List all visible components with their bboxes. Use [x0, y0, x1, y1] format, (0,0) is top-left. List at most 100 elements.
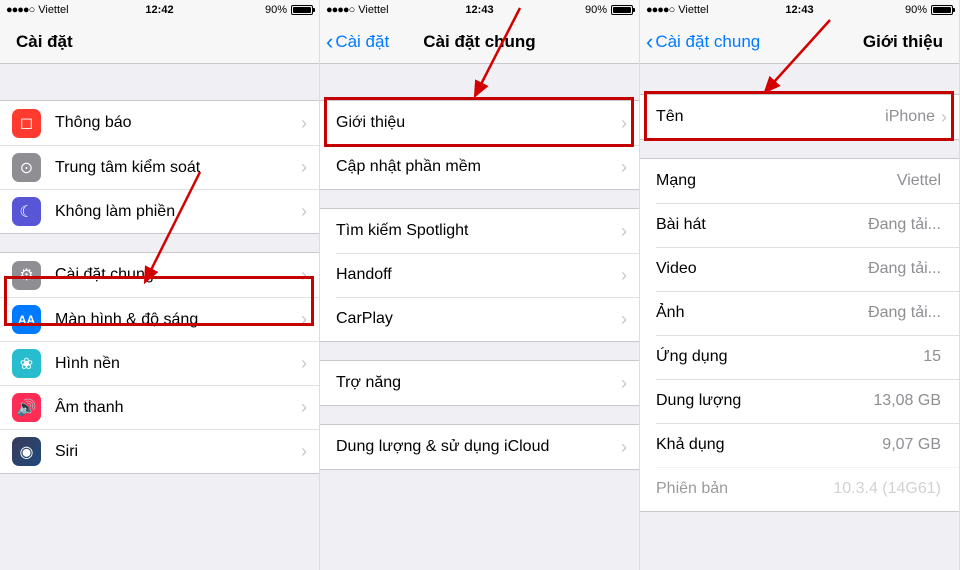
row-display[interactable]: AA Màn hình & độ sáng › — [0, 297, 319, 341]
battery-pct: 90% — [585, 4, 607, 16]
row-label: Trung tâm kiểm soát — [55, 159, 301, 177]
row-accessibility[interactable]: Trợ năng › — [320, 361, 639, 405]
chevron-right-icon: › — [301, 309, 307, 330]
nav-bar: ‹Cài đặt Cài đặt chung — [320, 20, 639, 64]
row-storage-icloud[interactable]: Dung lượng & sử dụng iCloud › — [320, 425, 639, 469]
general-group-3: Trợ năng › — [320, 360, 639, 406]
signal-icon: ●●●●○ — [646, 4, 674, 16]
row-value: 10.3.4 (14G61) — [833, 480, 941, 498]
back-label: Cài đặt — [335, 32, 389, 52]
chevron-left-icon: ‹ — [326, 31, 333, 53]
battery-icon — [291, 5, 313, 15]
chevron-right-icon: › — [301, 397, 307, 418]
row-label: Ứng dụng — [656, 348, 923, 366]
general-group-1: Giới thiệu › Cập nhật phần mềm › — [320, 100, 639, 190]
settings-group-2: ⚙ Cài đặt chung › AA Màn hình & độ sáng … — [0, 252, 319, 474]
row-label: Màn hình & độ sáng — [55, 311, 301, 329]
row-value: Viettel — [897, 172, 941, 190]
chevron-right-icon: › — [621, 221, 627, 242]
row-label: Phiên bản — [656, 480, 833, 498]
chevron-right-icon: › — [301, 157, 307, 178]
row-dnd[interactable]: ☾ Không làm phiền › — [0, 189, 319, 233]
row-value: 13,08 GB — [873, 392, 941, 410]
row-applications: Ứng dụng 15 — [640, 335, 959, 379]
clock: 12:43 — [465, 4, 493, 16]
row-name[interactable]: Tên iPhone › — [640, 95, 959, 139]
battery-icon — [611, 5, 633, 15]
row-value: Đang tải... — [868, 304, 941, 322]
clock: 12:43 — [785, 4, 813, 16]
sounds-icon: 🔊 — [12, 393, 41, 422]
row-label: Siri — [55, 443, 301, 461]
row-photos: Ảnh Đang tải... — [640, 291, 959, 335]
chevron-right-icon: › — [621, 373, 627, 394]
row-carplay[interactable]: CarPlay › — [320, 297, 639, 341]
chevron-right-icon: › — [301, 201, 307, 222]
row-notifications[interactable]: ◻ Thông báo › — [0, 101, 319, 145]
row-value: Đang tải... — [868, 260, 941, 278]
row-capacity: Dung lượng 13,08 GB — [640, 379, 959, 423]
row-handoff[interactable]: Handoff › — [320, 253, 639, 297]
battery-pct: 90% — [905, 4, 927, 16]
signal-icon: ●●●●○ — [6, 4, 34, 16]
row-value: Đang tải... — [868, 216, 941, 234]
page-title: Cài đặt chung — [423, 32, 535, 52]
row-label: Tìm kiếm Spotlight — [336, 222, 621, 240]
row-version: Phiên bản 10.3.4 (14G61) — [640, 467, 959, 511]
chevron-right-icon: › — [301, 113, 307, 134]
chevron-right-icon: › — [621, 265, 627, 286]
row-wallpaper[interactable]: ❀ Hình nền › — [0, 341, 319, 385]
chevron-left-icon: ‹ — [646, 31, 653, 53]
page-title: Giới thiệu — [863, 32, 943, 52]
row-software-update[interactable]: Cập nhật phần mềm › — [320, 145, 639, 189]
chevron-right-icon: › — [941, 107, 947, 128]
row-control-center[interactable]: ⊙ Trung tâm kiểm soát › — [0, 145, 319, 189]
battery-icon — [931, 5, 953, 15]
row-general[interactable]: ⚙ Cài đặt chung › — [0, 253, 319, 297]
carrier-label: Viettel — [358, 4, 388, 16]
row-sounds[interactable]: 🔊 Âm thanh › — [0, 385, 319, 429]
display-icon: AA — [12, 305, 41, 334]
row-label: Dung lượng — [656, 392, 873, 410]
row-label: Dung lượng & sử dụng iCloud — [336, 438, 621, 456]
row-label: Trợ năng — [336, 374, 621, 392]
row-network: Mạng Viettel — [640, 159, 959, 203]
row-about[interactable]: Giới thiệu › — [320, 101, 639, 145]
row-songs: Bài hát Đang tải... — [640, 203, 959, 247]
chevron-right-icon: › — [621, 309, 627, 330]
row-value: iPhone — [885, 108, 935, 126]
row-label: Tên — [656, 108, 885, 126]
row-label: Ảnh — [656, 304, 868, 322]
general-group-2: Tìm kiếm Spotlight › Handoff › CarPlay › — [320, 208, 639, 342]
row-label: Cập nhật phần mềm — [336, 158, 621, 176]
row-siri[interactable]: ◉ Siri › — [0, 429, 319, 473]
general-screen: ●●●●○ Viettel 12:43 90% ‹Cài đặt Cài đặt… — [320, 0, 640, 570]
clock: 12:42 — [145, 4, 173, 16]
battery-pct: 90% — [265, 4, 287, 16]
nav-bar: ‹Cài đặt chung Giới thiệu — [640, 20, 959, 64]
row-label: Khả dụng — [656, 436, 882, 454]
row-spotlight[interactable]: Tìm kiếm Spotlight › — [320, 209, 639, 253]
gear-icon: ⚙ — [12, 261, 41, 290]
carrier-label: Viettel — [38, 4, 68, 16]
back-button[interactable]: ‹Cài đặt — [320, 31, 389, 53]
row-label: Không làm phiền — [55, 203, 301, 221]
chevron-right-icon: › — [621, 113, 627, 134]
about-group-1: Tên iPhone › — [640, 94, 959, 140]
row-label: Giới thiệu — [336, 114, 621, 132]
carrier-label: Viettel — [678, 4, 708, 16]
row-label: Bài hát — [656, 216, 868, 234]
chevron-right-icon: › — [301, 265, 307, 286]
row-label: Thông báo — [55, 114, 301, 132]
general-group-4: Dung lượng & sử dụng iCloud › — [320, 424, 639, 470]
back-button[interactable]: ‹Cài đặt chung — [640, 31, 760, 53]
siri-icon: ◉ — [12, 437, 41, 466]
row-label: Video — [656, 260, 868, 278]
row-label: Handoff — [336, 266, 621, 284]
status-bar: ●●●●○ Viettel 12:43 90% — [320, 0, 639, 20]
settings-screen: ●●●●○ Viettel 12:42 90% Cài đặt ◻ Thông … — [0, 0, 320, 570]
row-value: 9,07 GB — [882, 436, 941, 454]
about-screen: ●●●●○ Viettel 12:43 90% ‹Cài đặt chung G… — [640, 0, 960, 570]
row-value: 15 — [923, 348, 941, 366]
chevron-right-icon: › — [301, 353, 307, 374]
